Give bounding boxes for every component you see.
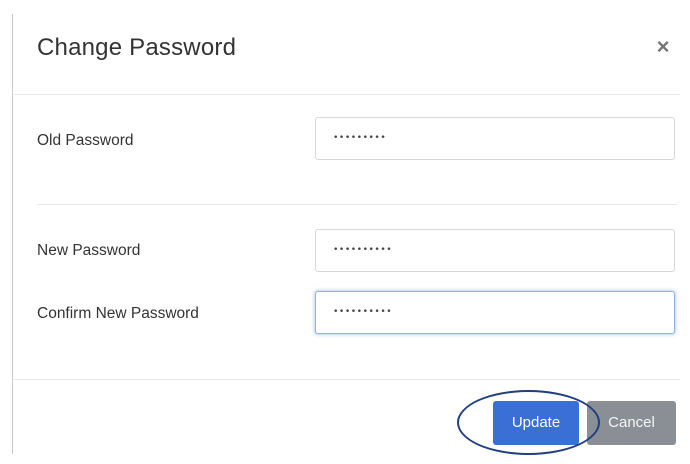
footer-divider bbox=[14, 379, 680, 380]
header-divider bbox=[14, 94, 680, 95]
old-password-field[interactable]: ••••••••• bbox=[315, 117, 675, 160]
old-password-label: Old Password bbox=[37, 132, 134, 149]
confirm-password-label: Confirm New Password bbox=[37, 305, 199, 322]
section-divider bbox=[37, 204, 677, 205]
change-password-dialog: Change Password × Old Password •••••••••… bbox=[0, 0, 690, 464]
confirm-password-field[interactable]: •••••••••• bbox=[315, 291, 675, 334]
cancel-button[interactable]: Cancel bbox=[587, 401, 676, 445]
close-icon[interactable]: × bbox=[651, 35, 675, 59]
new-password-label: New Password bbox=[37, 242, 141, 259]
dialog-border bbox=[12, 14, 13, 454]
new-password-field[interactable]: •••••••••• bbox=[315, 229, 675, 272]
dialog-title: Change Password bbox=[37, 34, 237, 61]
update-button[interactable]: Update bbox=[493, 401, 579, 445]
